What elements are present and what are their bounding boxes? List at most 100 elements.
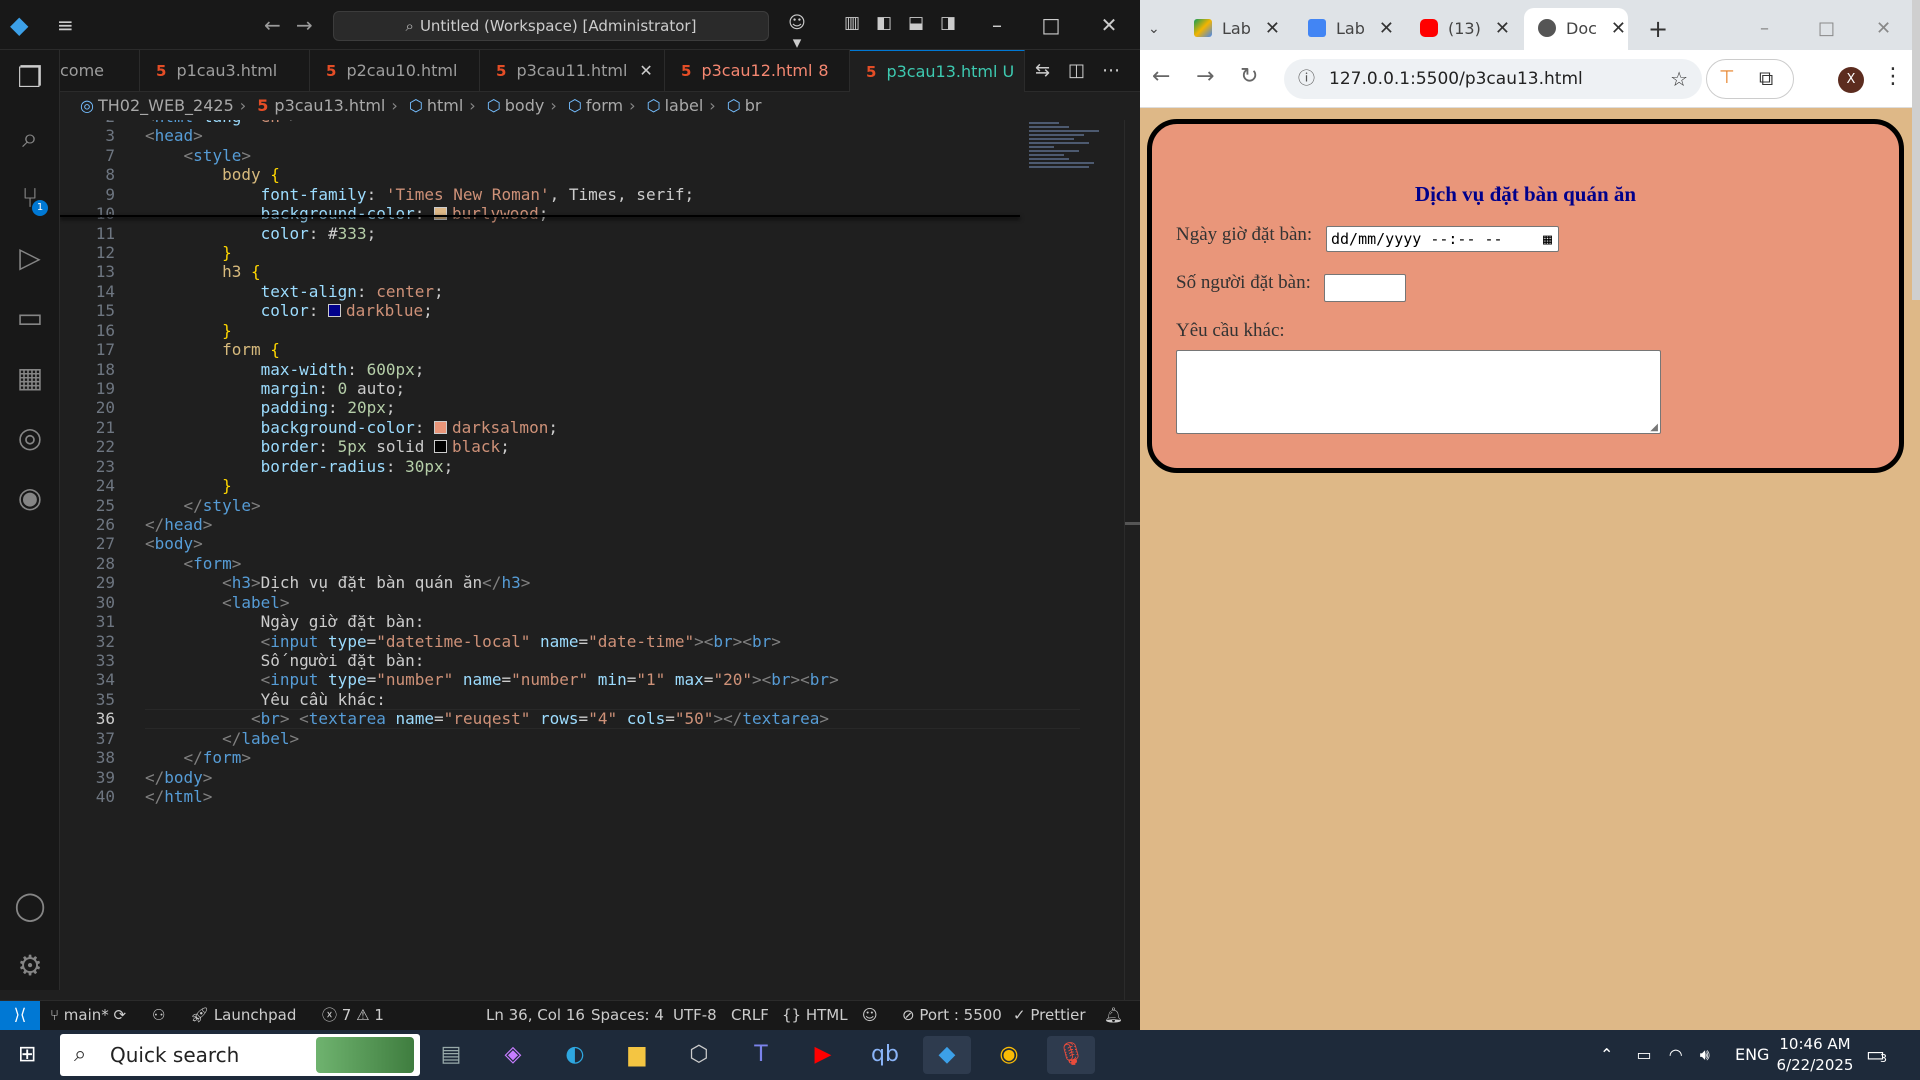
tab-p3cau12[interactable]: 5 p3cau12.html 8 xyxy=(665,50,850,92)
back-icon[interactable]: ← xyxy=(1152,64,1170,89)
code-line[interactable]: border: 5px solid black; xyxy=(145,437,510,456)
breadcrumb-item[interactable]: body xyxy=(505,96,545,115)
code-line[interactable]: </style> xyxy=(145,496,261,515)
close-tab-icon[interactable]: ✕ xyxy=(1495,18,1510,39)
code-line[interactable]: <style> xyxy=(145,146,251,165)
puzzle-extensions-icon[interactable]: ⧉ xyxy=(1759,66,1773,90)
notifications-bell-icon[interactable]: 🔔︎ xyxy=(1104,1001,1123,1029)
volume-icon[interactable]: 🔊︎ xyxy=(1700,1045,1710,1064)
extension-icon[interactable]: ⊤ xyxy=(1719,67,1735,88)
close-tab-icon[interactable]: ✕ xyxy=(1379,18,1394,39)
close-icon[interactable]: ✕ xyxy=(1094,10,1124,40)
code-line[interactable]: <label> xyxy=(145,593,289,612)
open-changes-icon[interactable]: ⇆ xyxy=(1035,60,1050,81)
code-line[interactable]: </html> xyxy=(145,787,212,806)
qbittorrent-icon[interactable]: qb xyxy=(861,1036,909,1074)
indentation[interactable]: Spaces: 4 xyxy=(591,1001,664,1029)
code-line[interactable]: h3 { xyxy=(145,262,261,281)
windows-start-icon[interactable]: ⊞ xyxy=(18,1042,44,1068)
prettier-status[interactable]: ✓ Prettier xyxy=(1013,1001,1086,1029)
unity-icon[interactable]: ⬡ xyxy=(675,1036,723,1074)
code-line[interactable]: Số người đặt bàn: xyxy=(145,651,425,670)
task-view-icon[interactable]: ▤ xyxy=(427,1036,475,1074)
bookmark-star-icon[interactable]: ☆ xyxy=(1670,59,1688,99)
maximize-icon[interactable]: □ xyxy=(1818,8,1835,50)
code-line[interactable]: background-color: burlywood; xyxy=(145,204,549,223)
forward-arrow-icon[interactable]: → xyxy=(296,13,313,37)
tab-search-icon[interactable]: ⌄ xyxy=(1148,8,1178,50)
chrome-icon[interactable]: ◉ xyxy=(985,1036,1033,1074)
address-bar[interactable]: ⓘ 127.0.0.1:5500/p3cau13.html ☆ xyxy=(1284,59,1702,99)
calendar-icon[interactable]: ▦ xyxy=(1543,227,1552,251)
breadcrumb-item[interactable]: html xyxy=(427,96,463,115)
code-line[interactable]: </body> xyxy=(145,768,212,787)
youtube-app-icon[interactable]: ▶ xyxy=(799,1036,847,1074)
resize-grip-icon[interactable]: ◢ xyxy=(1650,422,1658,433)
source-control-icon[interactable]: ⑂ 1 xyxy=(0,176,60,220)
code-line[interactable]: } xyxy=(145,243,232,262)
code-line[interactable]: background-color: darksalmon; xyxy=(145,418,558,437)
toggle-panel-icon[interactable]: ⬓ xyxy=(904,13,928,35)
encoding[interactable]: UTF-8 xyxy=(673,1001,717,1029)
copilot-icon[interactable]: ☺▾ xyxy=(785,13,809,53)
remote-indicator-icon[interactable]: ⟩⟨ xyxy=(0,1001,40,1030)
teams-icon[interactable]: T xyxy=(737,1036,785,1074)
code-line[interactable]: </label> xyxy=(145,729,299,748)
close-tab-icon[interactable]: ✕ xyxy=(1265,18,1280,39)
code-line[interactable]: Yêu cầu khác: xyxy=(145,690,386,709)
browser-tab-youtube[interactable]: (13) ✕ xyxy=(1420,8,1510,50)
vscode-taskbar-icon[interactable]: ◆ xyxy=(923,1036,971,1074)
git-graph-icon[interactable]: ◎ xyxy=(0,416,60,460)
extensions-icon[interactable]: ▦ xyxy=(0,356,60,400)
run-debug-icon[interactable]: ▷ xyxy=(0,236,60,280)
settings-gear-icon[interactable]: ⚙ xyxy=(0,944,60,988)
copilot-app-icon[interactable]: ◈ xyxy=(489,1036,537,1074)
chevron-up-icon[interactable]: ⌃ xyxy=(1600,1045,1613,1064)
file-explorer-icon[interactable]: ▆ xyxy=(613,1036,661,1074)
site-info-icon[interactable]: ⓘ xyxy=(1298,59,1315,99)
tab-p2cau10[interactable]: 5 p2cau10.html xyxy=(310,50,480,92)
request-textarea[interactable]: ◢ xyxy=(1176,350,1661,434)
language-mode[interactable]: {} HTML xyxy=(782,1001,848,1029)
language-indicator[interactable]: ENG xyxy=(1735,1045,1769,1064)
tab-p1cau3[interactable]: 5 p1cau3.html xyxy=(140,50,310,92)
color-swatch[interactable] xyxy=(434,440,448,454)
more-actions-icon[interactable]: ⋯ xyxy=(1102,60,1120,81)
split-editor-icon[interactable]: ◫ xyxy=(1068,60,1085,81)
editor-scrollbar[interactable] xyxy=(1124,120,1141,1000)
menu-icon[interactable]: ≡ xyxy=(57,15,79,35)
minimize-icon[interactable]: – xyxy=(982,10,1012,40)
code-line[interactable]: padding: 20px; xyxy=(145,398,396,417)
breadcrumb-item[interactable]: TH02_WEB_2425 xyxy=(98,96,234,115)
back-arrow-icon[interactable]: ← xyxy=(264,13,281,37)
code-line[interactable]: body { xyxy=(145,165,280,184)
breadcrumb-item[interactable]: br xyxy=(745,96,762,115)
browser-menu-icon[interactable]: ⋮ xyxy=(1882,64,1904,89)
taskbar-search[interactable]: ⌕ Quick search xyxy=(60,1034,420,1076)
color-swatch[interactable] xyxy=(434,420,447,434)
code-line[interactable]: <body> xyxy=(145,534,203,553)
command-center[interactable]: ⌕ Untitled (Workspace) [Administrator] xyxy=(333,11,769,41)
code-line[interactable]: <h3>Dịch vụ đặt bàn quán ăn</h3> xyxy=(145,573,530,592)
code-line[interactable]: <head> xyxy=(145,126,203,145)
profile-avatar[interactable]: X xyxy=(1838,67,1864,93)
battery-icon[interactable]: ▭ xyxy=(1637,1045,1652,1064)
code-line[interactable]: } xyxy=(145,476,232,495)
code-editor[interactable]: 2378910111213141516171819202122232425262… xyxy=(60,120,1124,1000)
toggle-secondary-sidebar-icon[interactable]: ◨ xyxy=(936,13,960,35)
close-tab-icon[interactable]: ✕ xyxy=(639,61,652,80)
notifications-icon[interactable]: ▭ 3 xyxy=(1866,1042,1896,1068)
toggle-primary-sidebar-icon[interactable]: ◧ xyxy=(872,13,896,35)
new-tab-icon[interactable]: + xyxy=(1648,8,1668,50)
close-tab-icon[interactable]: ✕ xyxy=(1611,18,1626,39)
code-line[interactable]: <input type="datetime-local" name="date-… xyxy=(145,632,781,651)
tab-p3cau11[interactable]: 5 p3cau11.html ✕ xyxy=(480,50,665,92)
code-line[interactable]: color: #333; xyxy=(145,224,377,243)
breadcrumb-item[interactable]: form xyxy=(586,96,623,115)
explorer-icon[interactable]: ❐ xyxy=(0,56,60,100)
code-line[interactable]: <input type="number" name="number" min="… xyxy=(145,670,839,689)
code-line[interactable]: form { xyxy=(145,340,280,359)
browser-tab-active[interactable]: Doc ✕ xyxy=(1524,8,1628,50)
breadcrumb-item[interactable]: label xyxy=(665,96,704,115)
search-icon[interactable]: ⌕ xyxy=(0,116,60,160)
